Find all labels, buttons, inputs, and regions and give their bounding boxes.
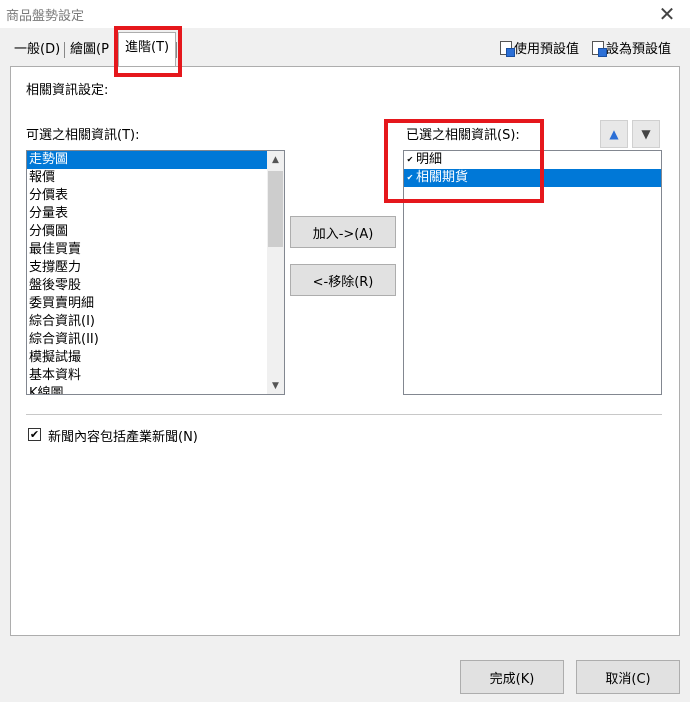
list-item[interactable]: 模擬試撮	[27, 349, 284, 367]
use-default-button[interactable]: 使用預設值	[500, 38, 579, 57]
list-item[interactable]: K線圖	[27, 385, 284, 394]
scroll-thumb[interactable]	[268, 171, 283, 247]
remove-button[interactable]: <-移除(R)	[290, 264, 396, 296]
list-item[interactable]: 分量表	[27, 205, 284, 223]
set-default-button[interactable]: 設為預設值	[592, 38, 671, 57]
close-icon[interactable]: ✕	[644, 0, 690, 28]
available-list[interactable]: 走勢圖 報價 分價表 分量表 分價圖 最佳買賣 支撐壓力 盤後零股 委買賣明細 綜合資訊(I) 綜合…	[26, 150, 285, 395]
set-default-label: 設為預設值	[606, 42, 672, 57]
use-default-icon	[500, 40, 515, 57]
section-title: 相關資訊設定:	[26, 83, 109, 98]
list-item[interactable]: 綜合資訊(II)	[27, 331, 284, 349]
list-item[interactable]: 走勢圖	[27, 151, 284, 169]
list-item[interactable]: 基本資料	[27, 367, 284, 385]
move-up-icon[interactable]: ▲	[600, 120, 628, 148]
available-items: 走勢圖 報價 分價表 分量表 分價圖 最佳買賣 支撐壓力 盤後零股 委買賣明細 綜合資訊(I) 綜合…	[27, 151, 284, 394]
list-item[interactable]: 最佳買賣	[27, 241, 284, 259]
available-list-label: 可選之相關資訊(T):	[26, 128, 140, 143]
list-item[interactable]: 報價	[27, 169, 284, 187]
ok-button[interactable]: 完成(K)	[460, 660, 564, 694]
available-scrollbar[interactable]: ▲ ▼	[267, 151, 284, 394]
item-check-icon[interactable]: ✔	[406, 174, 414, 182]
selected-items: ✔ 明細 ✔ 相關期貨	[404, 151, 661, 187]
selected-list-label: 已選之相關資訊(S):	[406, 128, 520, 143]
list-item[interactable]: 盤後零股	[27, 277, 284, 295]
news-checkbox[interactable]: ✔	[28, 428, 41, 441]
divider	[26, 414, 662, 415]
list-item[interactable]: 支撐壓力	[27, 259, 284, 277]
set-default-icon	[592, 40, 607, 57]
list-item[interactable]: 綜合資訊(I)	[27, 313, 284, 331]
list-item[interactable]: 委買賣明細	[27, 295, 284, 313]
tab-separator	[64, 42, 65, 58]
cancel-button[interactable]: 取消(C)	[576, 660, 680, 694]
item-label: 相關期貨	[416, 170, 469, 185]
tab-strip: 一般(D) 繪圖(P 進階(T)	[0, 28, 690, 66]
tab-drawing[interactable]: 繪圖(P	[66, 38, 113, 64]
add-button[interactable]: 加入->(A)	[290, 216, 396, 248]
item-check-icon[interactable]: ✔	[406, 156, 414, 164]
tab-separator	[176, 42, 177, 58]
tab-general[interactable]: 一般(D)	[10, 38, 64, 64]
move-down-icon[interactable]: ▼	[632, 120, 660, 148]
tab-advanced[interactable]: 進階(T)	[118, 32, 177, 66]
list-item[interactable]: ✔ 明細	[404, 151, 661, 169]
list-item[interactable]: 分價表	[27, 187, 284, 205]
item-label: 明細	[416, 152, 443, 167]
news-checkbox-label: 新聞內容包括產業新聞(N)	[48, 430, 198, 445]
title-bar: 商品盤勢設定 ✕	[0, 0, 690, 28]
list-item[interactable]: 分價圖	[27, 223, 284, 241]
list-item[interactable]: ✔ 相關期貨	[404, 169, 661, 187]
use-default-label: 使用預設值	[514, 42, 580, 57]
selected-list[interactable]: ✔ 明細 ✔ 相關期貨	[403, 150, 662, 395]
scroll-down-icon[interactable]: ▼	[267, 377, 284, 394]
window-title: 商品盤勢設定	[6, 9, 85, 24]
scroll-up-icon[interactable]: ▲	[267, 151, 284, 168]
